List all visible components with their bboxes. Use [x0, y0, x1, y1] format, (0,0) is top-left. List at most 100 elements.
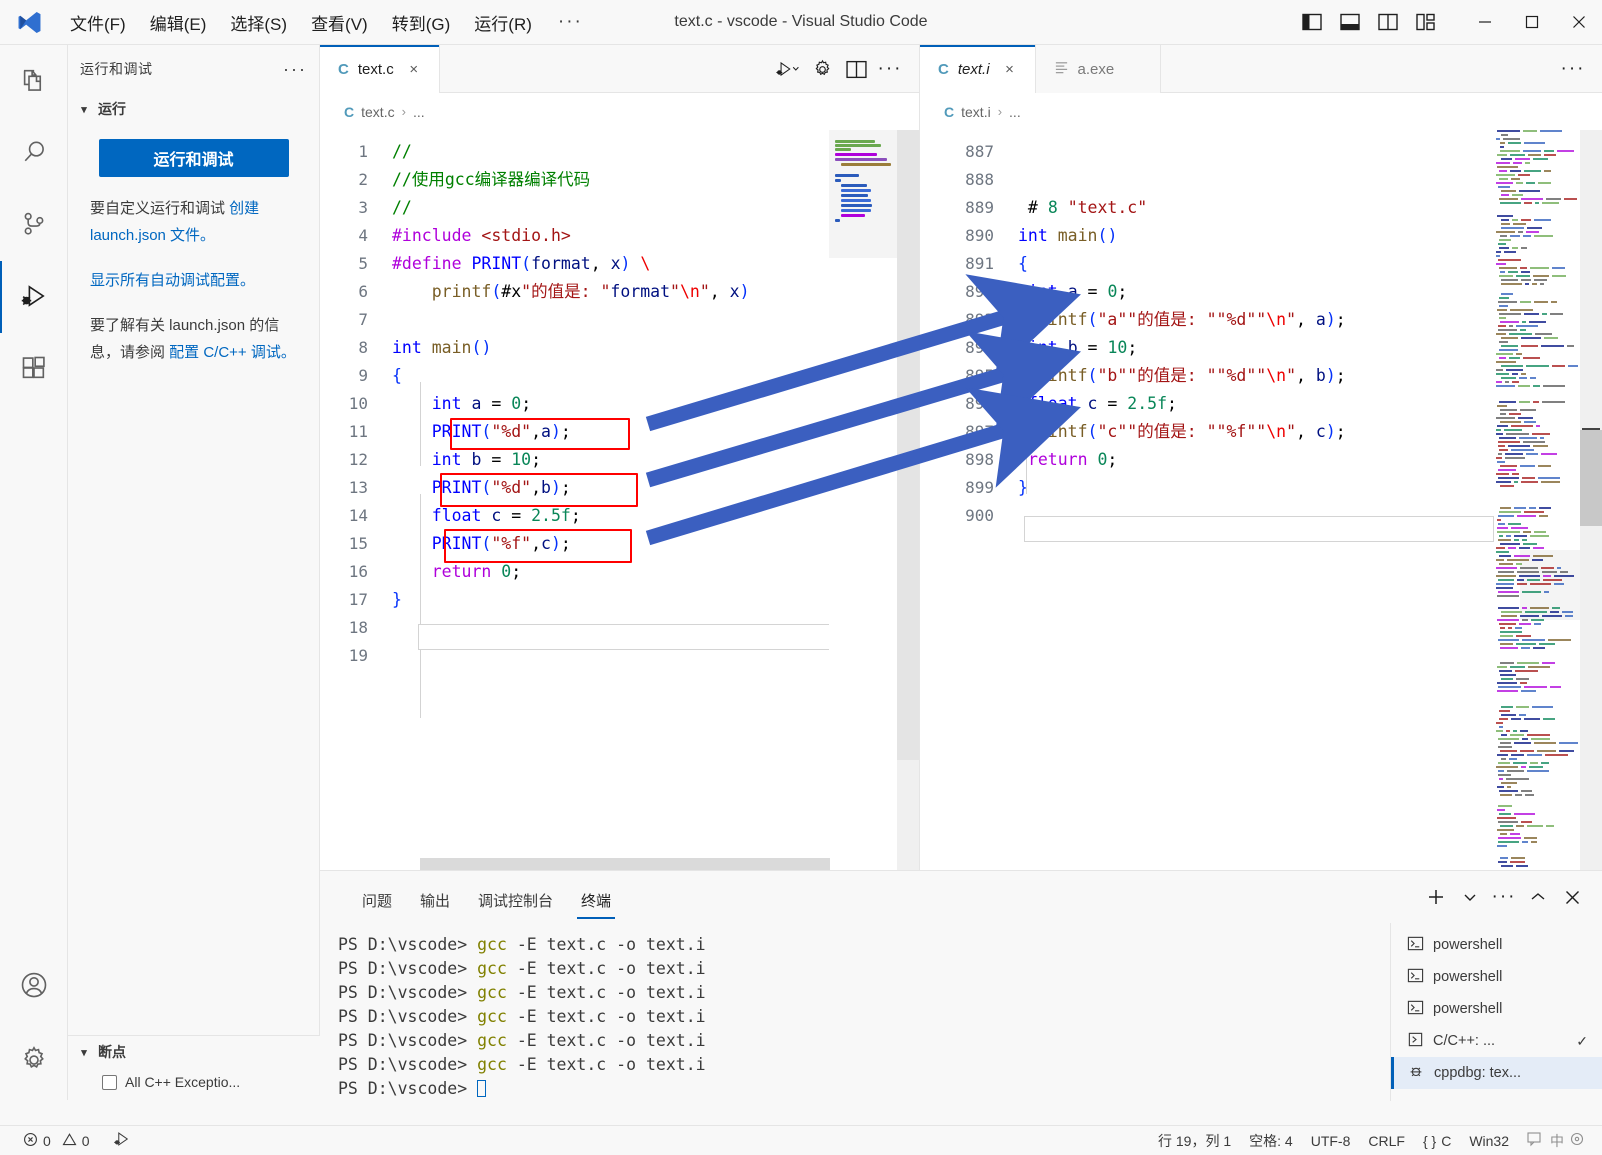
scrollbar-thumb[interactable]: [1580, 430, 1602, 526]
breadcrumb-right[interactable]: C text.i › ...: [920, 93, 1602, 130]
status-run-debug[interactable]: [103, 1126, 143, 1155]
toggle-primary-sidebar-icon[interactable]: [1295, 5, 1329, 39]
activity-run-debug[interactable]: [0, 261, 68, 333]
code-line[interactable]: 899}: [920, 474, 1346, 502]
menu-view[interactable]: 查看(V): [299, 6, 380, 39]
code-line[interactable]: 9{: [320, 362, 750, 390]
activity-settings[interactable]: [0, 1022, 68, 1100]
code-line[interactable]: 11 PRINT("%d",a);: [320, 418, 750, 446]
menu-overflow-icon[interactable]: ···: [544, 11, 597, 33]
minimize-button[interactable]: [1461, 0, 1508, 45]
editor-scrollbar-right[interactable]: [1580, 130, 1602, 870]
activity-source-control[interactable]: [0, 189, 68, 261]
close-icon[interactable]: ×: [999, 58, 1021, 80]
code-line[interactable]: 897 printf("c""的值是: ""%f""\n", c);: [920, 418, 1346, 446]
code-line[interactable]: 2//使用gcc编译器编译代码: [320, 166, 750, 194]
code-line[interactable]: 892 int a = 0;: [920, 278, 1346, 306]
panel-tab-problems[interactable]: 问题: [348, 890, 406, 923]
activity-accounts[interactable]: [0, 950, 68, 1022]
more-actions-icon[interactable]: ···: [875, 54, 905, 84]
menu-file[interactable]: 文件(F): [58, 6, 138, 39]
horizontal-scrollbar-left[interactable]: [420, 858, 830, 870]
customize-layout-icon[interactable]: [1409, 5, 1443, 39]
code-line[interactable]: 12 int b = 10;: [320, 446, 750, 474]
code-line[interactable]: 891{: [920, 250, 1346, 278]
close-icon[interactable]: ×: [403, 58, 425, 80]
terminal-list-item[interactable]: powershell: [1391, 961, 1602, 993]
code-line[interactable]: 887: [920, 138, 1346, 166]
terminal-output[interactable]: PS D:\vscode> gcc -E text.c -o text.iPS …: [320, 923, 1385, 1101]
sidebar-section-run[interactable]: ▾ 运行: [68, 93, 319, 125]
maximize-button[interactable]: [1508, 0, 1555, 45]
code-line[interactable]: 13 PRINT("%d",b);: [320, 474, 750, 502]
code-line[interactable]: 5#define PRINT(format, x) \: [320, 250, 750, 278]
menu-run[interactable]: 运行(R): [462, 6, 544, 39]
breadcrumb-left[interactable]: C text.c › ...: [320, 93, 919, 130]
status-eol[interactable]: CRLF: [1359, 1126, 1414, 1155]
more-actions-icon[interactable]: ···: [1558, 54, 1588, 84]
status-indentation[interactable]: 空格: 4: [1240, 1126, 1302, 1155]
code-line[interactable]: 1//: [320, 138, 750, 166]
status-language-mode[interactable]: { } C: [1414, 1126, 1460, 1155]
minimap-left[interactable]: [829, 130, 897, 870]
terminal-list-item[interactable]: powershell: [1391, 993, 1602, 1025]
breadcrumb-file[interactable]: text.i: [961, 104, 991, 120]
tab-text-c[interactable]: C text.c ×: [320, 45, 440, 93]
toggle-secondary-sidebar-icon[interactable]: [1371, 5, 1405, 39]
code-line[interactable]: 893 printf("a""的值是: ""%d""\n", a);: [920, 306, 1346, 334]
configure-cpp-debugging-link[interactable]: 配置 C/C++ 调试。: [169, 344, 296, 361]
activity-search[interactable]: [0, 117, 68, 189]
terminal-list-item[interactable]: C/C++: ...✓: [1391, 1025, 1602, 1057]
menu-edit[interactable]: 编辑(E): [138, 6, 219, 39]
breakpoints-header[interactable]: ▾ 断点: [68, 1036, 320, 1068]
editor-scrollbar-left[interactable]: [897, 130, 919, 870]
code-editor-left[interactable]: 1//2//使用gcc编译器编译代码3//4#include <stdio.h>…: [320, 130, 919, 870]
code-line[interactable]: 888: [920, 166, 1346, 194]
panel-tab-debug-console[interactable]: 调试控制台: [464, 890, 567, 923]
menu-go[interactable]: 转到(G): [380, 6, 463, 39]
breadcrumb-rest[interactable]: ...: [413, 104, 425, 120]
status-ime[interactable]: 中: [1518, 1126, 1594, 1155]
activity-explorer[interactable]: [0, 45, 68, 117]
code-line[interactable]: 4#include <stdio.h>: [320, 222, 750, 250]
code-line[interactable]: 3//: [320, 194, 750, 222]
code-line[interactable]: 10 int a = 0;: [320, 390, 750, 418]
code-line[interactable]: 17}: [320, 586, 750, 614]
more-actions-icon[interactable]: ···: [1488, 881, 1520, 913]
terminal-dropdown-icon[interactable]: [1454, 881, 1486, 913]
close-button[interactable]: [1555, 0, 1602, 45]
breakpoint-item[interactable]: All C++ Exceptio...: [68, 1068, 320, 1100]
code-line[interactable]: 15 PRINT("%f",c);: [320, 530, 750, 558]
code-line[interactable]: 889 # 8 "text.c": [920, 194, 1346, 222]
code-line[interactable]: 896 float c = 2.5f;: [920, 390, 1346, 418]
code-line[interactable]: 895 printf("b""的值是: ""%d""\n", b);: [920, 362, 1346, 390]
status-encoding[interactable]: UTF-8: [1302, 1126, 1360, 1155]
code-line[interactable]: 7: [320, 306, 750, 334]
split-editor-icon[interactable]: [841, 54, 871, 84]
menu-select[interactable]: 选择(S): [218, 6, 299, 39]
status-problems[interactable]: 0 0: [14, 1126, 99, 1155]
status-line-col[interactable]: 行 19，列 1: [1149, 1126, 1240, 1155]
code-line[interactable]: 890int main(): [920, 222, 1346, 250]
run-and-debug-button[interactable]: 运行和调试: [99, 139, 289, 177]
sidebar-more-icon[interactable]: ···: [283, 59, 307, 80]
breakpoint-checkbox[interactable]: [102, 1075, 117, 1090]
tab-text-i[interactable]: C text.i ×: [920, 45, 1036, 93]
code-line[interactable]: 894 int b = 10;: [920, 334, 1346, 362]
code-line[interactable]: 8int main(): [320, 334, 750, 362]
terminal-list-item[interactable]: cppdbg: tex...: [1391, 1057, 1602, 1089]
run-or-debug-dropdown-icon[interactable]: [773, 54, 803, 84]
breadcrumb-file[interactable]: text.c: [361, 104, 394, 120]
panel-tab-terminal[interactable]: 终端: [567, 890, 625, 923]
code-line[interactable]: 16 return 0;: [320, 558, 750, 586]
status-platform[interactable]: Win32: [1460, 1126, 1518, 1155]
toggle-panel-icon[interactable]: [1333, 5, 1367, 39]
terminal-list-item[interactable]: powershell: [1391, 929, 1602, 961]
gear-icon[interactable]: [807, 54, 837, 84]
maximize-panel-icon[interactable]: [1522, 881, 1554, 913]
code-line[interactable]: 898 return 0;: [920, 446, 1346, 474]
close-panel-icon[interactable]: [1556, 881, 1588, 913]
tab-a-exe[interactable]: a.exe: [1036, 45, 1162, 93]
breadcrumb-rest[interactable]: ...: [1009, 104, 1021, 120]
show-all-auto-debug-configs-link[interactable]: 显示所有自动调试配置。: [90, 272, 255, 289]
